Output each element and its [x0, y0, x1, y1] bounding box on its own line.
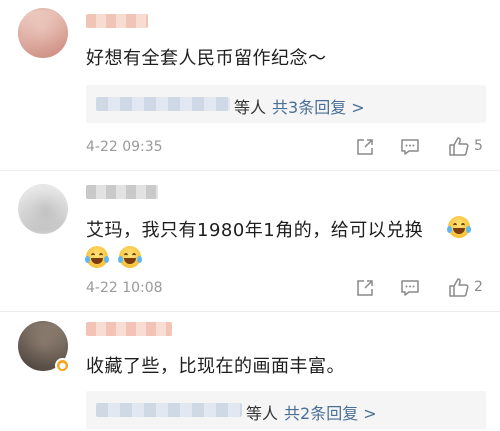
comment-button[interactable]	[400, 137, 420, 157]
reply-users-blurred	[96, 97, 230, 111]
emoji-row	[85, 246, 143, 268]
thumbs-up-icon	[449, 137, 469, 156]
like-button[interactable]: 2	[448, 277, 483, 297]
comment-item: 好想有全套人民币留作纪念～ 等人 共3条回复 > 4-22 09:35	[0, 0, 500, 170]
username-blurred[interactable]	[86, 185, 158, 199]
thumbs-up-icon	[449, 278, 469, 297]
avatar[interactable]	[18, 184, 68, 234]
like-count: 2	[474, 279, 483, 295]
laughing-crying-emoji-icon	[447, 216, 471, 238]
laughing-crying-emoji-icon	[118, 246, 143, 268]
share-icon	[357, 139, 373, 155]
username-blurred[interactable]	[86, 14, 148, 28]
reply-people-label: 等人	[234, 98, 267, 117]
share-icon	[357, 280, 373, 296]
reply-people-label: 等人	[246, 404, 279, 423]
reply-users-blurred	[96, 403, 242, 417]
comment-text: 收藏了些，比现在的画面丰富。	[86, 356, 345, 377]
reply-count-link[interactable]: 共3条回复 >	[272, 98, 365, 117]
like-button[interactable]: 5	[448, 136, 483, 156]
comment-icon	[401, 280, 419, 296]
comment-text: 艾玛，我只有1980年1角的，给可以兑换	[86, 220, 424, 241]
comment-time: 4-22 09:35	[86, 139, 163, 155]
comment-text: 好想有全套人民币留作纪念～	[86, 48, 327, 69]
comment-icon	[401, 139, 419, 155]
username-blurred[interactable]	[86, 322, 172, 336]
share-button[interactable]	[355, 278, 375, 298]
verified-badge-icon: ●	[55, 358, 70, 373]
divider	[0, 311, 500, 312]
share-button[interactable]	[355, 137, 375, 157]
laughing-crying-emoji-icon	[85, 246, 109, 268]
comment-time: 4-22 10:08	[86, 280, 163, 296]
reply-summary[interactable]: 等人 共3条回复 >	[86, 85, 486, 123]
like-count: 5	[474, 138, 483, 154]
divider	[0, 170, 500, 171]
reply-summary[interactable]: 等人 共2条回复 >	[86, 391, 486, 429]
comment-button[interactable]	[400, 278, 420, 298]
avatar[interactable]	[18, 8, 68, 58]
reply-count-link[interactable]: 共2条回复 >	[284, 404, 377, 423]
